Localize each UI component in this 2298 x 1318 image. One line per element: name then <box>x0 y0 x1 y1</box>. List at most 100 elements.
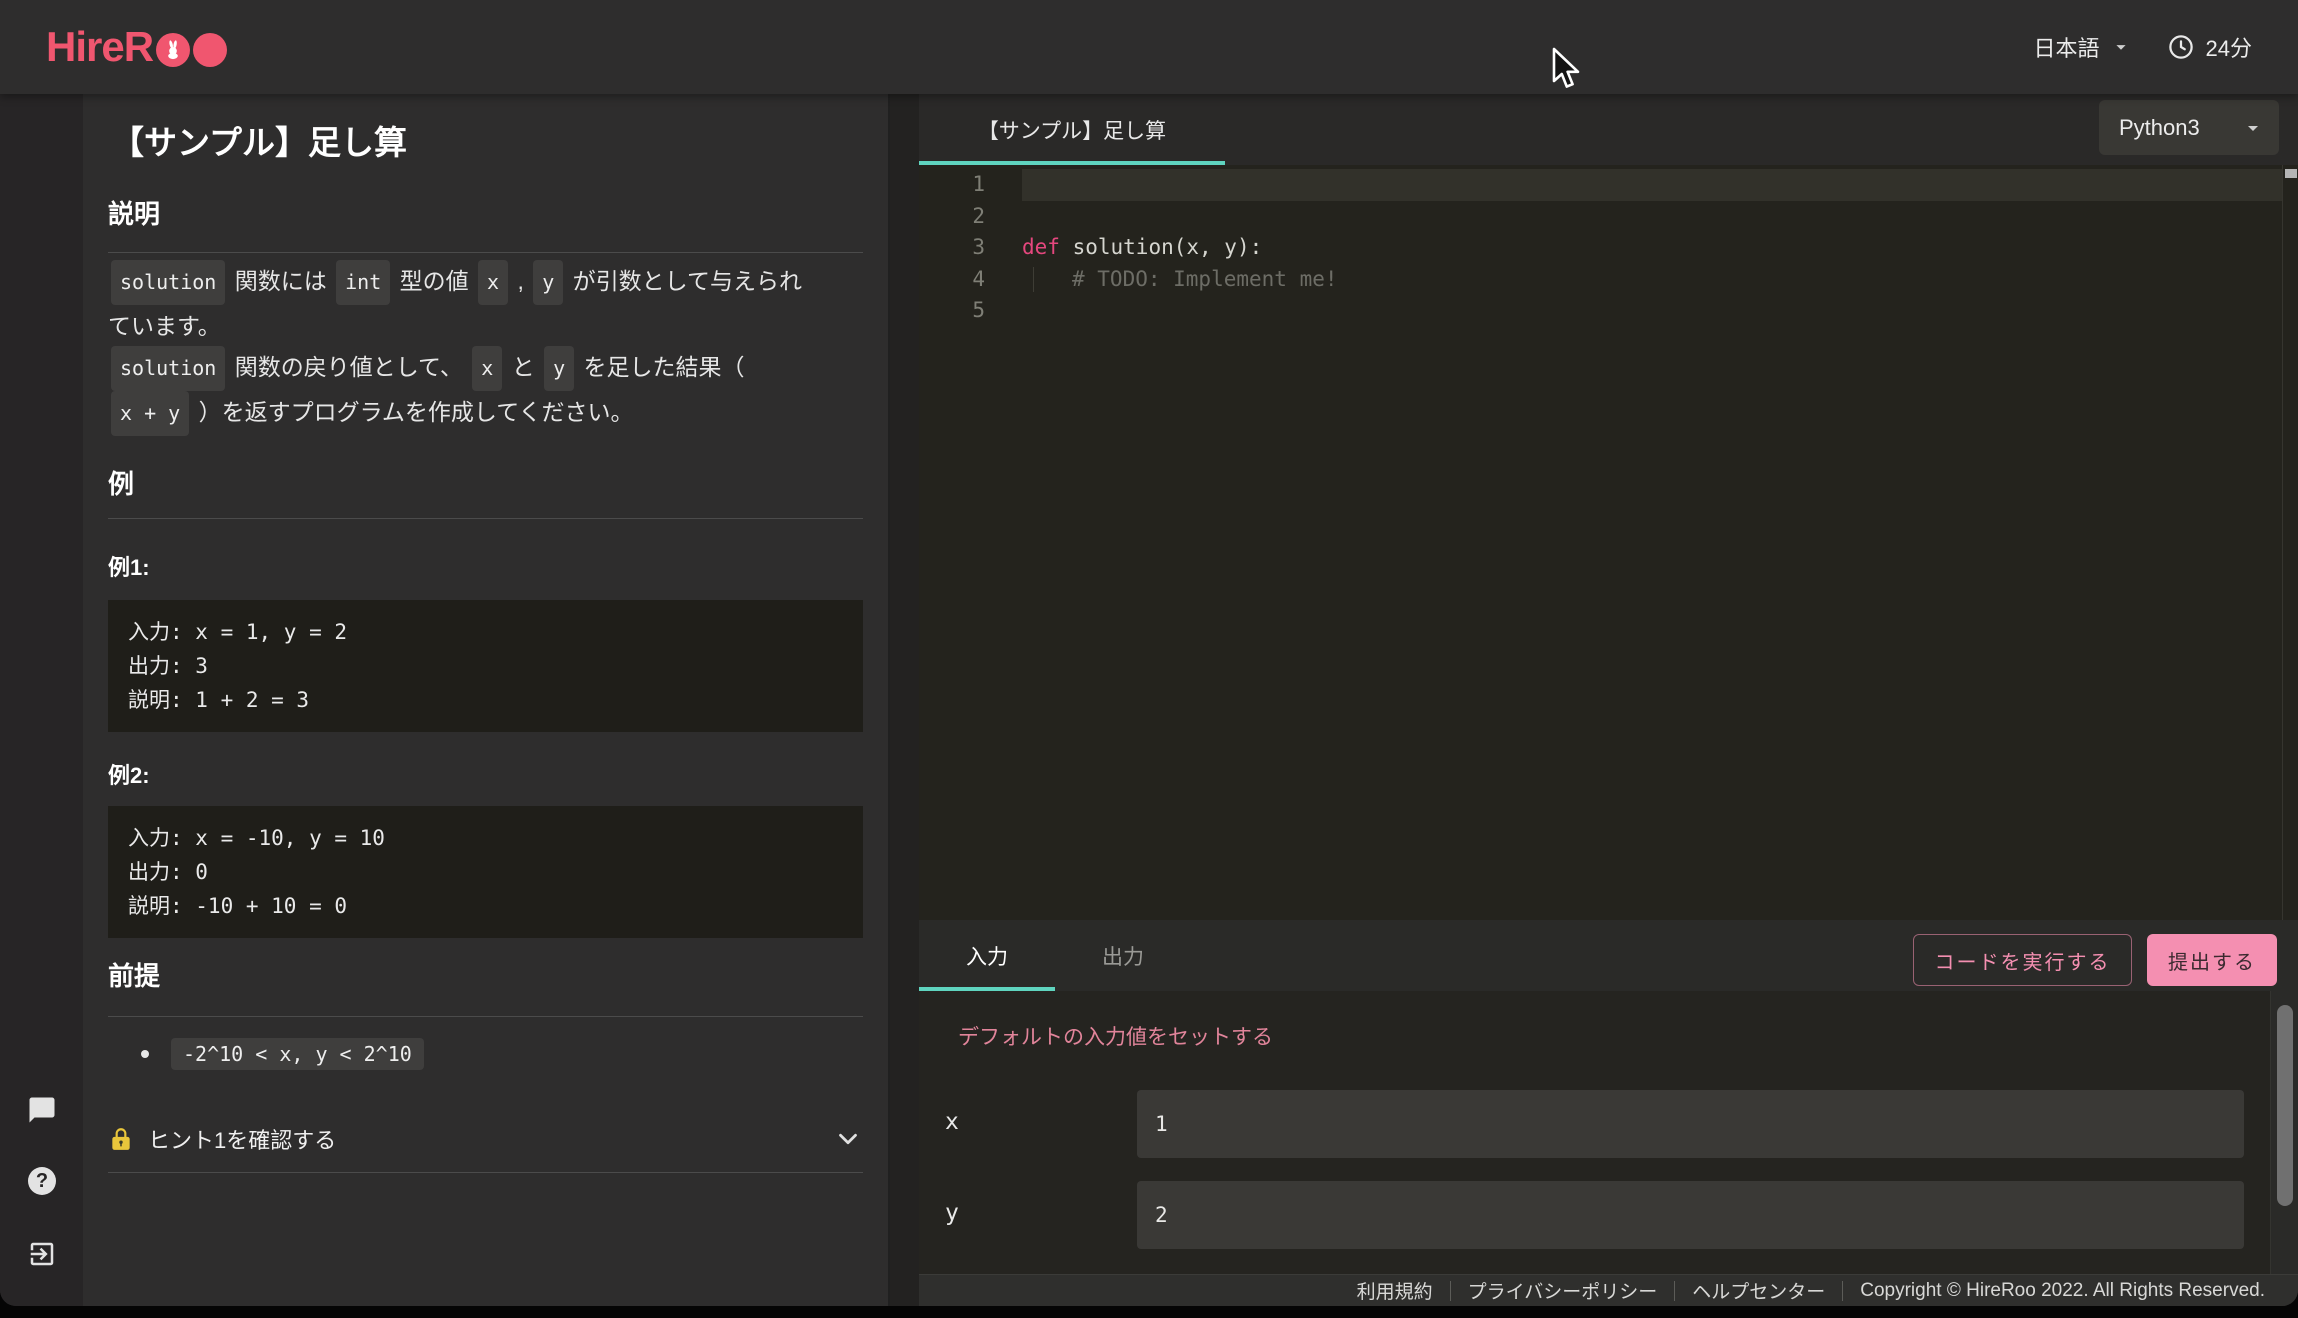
panel-divider[interactable] <box>890 94 919 1306</box>
tab-coding-question[interactable]: 【サンプル】足し算 <box>919 94 1225 165</box>
timer-label: 24分 <box>2206 31 2252 63</box>
inline-code: solution <box>111 346 225 391</box>
example1-code: 入力: x = 1, y = 2 出力: 3 説明: 1 + 2 = 3 <box>108 600 863 732</box>
app-window: HireR 日本語 <box>0 0 2298 1318</box>
inline-code: x <box>472 346 502 391</box>
current-line-highlight <box>1022 169 2282 201</box>
editor-scrollbar <box>2282 165 2298 920</box>
language-select[interactable]: Python3 <box>2099 100 2279 155</box>
text-run: と <box>505 354 541 380</box>
language-label: 日本語 <box>2034 31 2100 63</box>
language-value: Python3 <box>2119 115 2200 141</box>
clock-icon <box>2166 32 2196 62</box>
example2-code: 入力: x = -10, y = 10 出力: 0 説明: -10 + 10 =… <box>108 806 863 938</box>
hint-label: ヒント1を確認する <box>148 1123 336 1155</box>
code-rows: 1 2 3 def solution(x, y): 4 # TODO: Impl… <box>919 169 2282 327</box>
text-run: を足した結果（ <box>577 354 744 380</box>
line-number: 2 <box>919 201 985 233</box>
time-remaining: 24分 <box>2166 31 2252 63</box>
submit-button[interactable]: 提出する <box>2147 934 2277 986</box>
heading-description: 説明 <box>108 194 160 231</box>
problem-panel: 【サンプル】足し算 説明 solution 関数には int 型の値 x , y… <box>83 94 890 1306</box>
code-line: 説明: -10 + 10 = 0 <box>128 889 843 923</box>
inline-code: y <box>544 346 574 391</box>
chevron-down-icon <box>2241 116 2265 140</box>
code-line: 説明: 1 + 2 = 3 <box>128 683 843 717</box>
logo-o-icon <box>193 33 227 67</box>
heading-examples: 例 <box>108 464 134 501</box>
tab-output-label: 出力 <box>1102 941 1144 971</box>
example2-label: 例2: <box>108 758 150 790</box>
code-line: 入力: x = 1, y = 2 <box>128 615 843 649</box>
footer-link-privacy[interactable]: プライバシーポリシー <box>1451 1277 1675 1304</box>
inline-code: int <box>336 260 390 305</box>
editor-line: 2 <box>919 201 2282 233</box>
text-run: 関数には <box>228 268 333 294</box>
editor-line: 5 <box>919 295 2282 327</box>
run-code-label: コードを実行する <box>1935 946 2111 975</box>
line-number: 4 <box>919 264 985 296</box>
submit-label: 提出する <box>2168 946 2256 975</box>
divider <box>108 1172 863 1173</box>
constraint-item: -2^10 < x, y < 2^10 <box>141 1038 427 1070</box>
console-scrollbar-thumb[interactable] <box>2277 1005 2293 1206</box>
hireroo-logo: HireR <box>46 23 227 71</box>
line-number: 1 <box>919 169 985 201</box>
bullet-icon <box>141 1050 149 1058</box>
inline-code: x + y <box>111 391 189 436</box>
code-editor[interactable]: 1 2 3 def solution(x, y): 4 # TODO: Impl… <box>919 165 2298 920</box>
lock-icon <box>108 1126 134 1152</box>
chat-icon <box>27 1095 57 1125</box>
divider <box>108 1016 863 1017</box>
text-run: 型の値 <box>393 268 475 294</box>
left-rail: ? <box>0 94 83 1306</box>
console-content: デフォルトの入力値をセットする x y <box>919 991 2298 1274</box>
text-run: ）を返すプログラムを作成してください。 <box>192 399 633 425</box>
tab-input-label: 入力 <box>966 941 1008 971</box>
description-paragraph-1: solution 関数には int 型の値 x , y が引数として与えられてい… <box>108 260 820 348</box>
console-panel: 入力 出力 コードを実行する 提出する デフォルトの入力値をセットする x y <box>919 920 2298 1274</box>
input-x[interactable] <box>1137 1090 2244 1158</box>
editor-line: 3 def solution(x, y): <box>919 232 2282 264</box>
hireroo-app: HireR 日本語 <box>0 0 2298 1306</box>
tab-label: 【サンプル】足し算 <box>978 115 1166 145</box>
footer: 利用規約 プライバシーポリシー ヘルプセンター Copyright © Hire… <box>919 1274 2298 1306</box>
top-bar: HireR 日本語 <box>0 0 2298 94</box>
constraint-chip: -2^10 < x, y < 2^10 <box>171 1038 424 1070</box>
logo-text: HireR <box>46 23 153 71</box>
editor-scrollbar-thumb[interactable] <box>2285 169 2297 178</box>
code-line: 入力: x = -10, y = 10 <box>128 821 843 855</box>
code-line: 出力: 3 <box>128 649 843 683</box>
tab-output[interactable]: 出力 <box>1055 920 1191 991</box>
divider <box>108 252 863 253</box>
function-signature: solution(x, y): <box>1060 235 1262 259</box>
description-paragraph-2: solution 関数の戻り値として、 x と y を足した結果（ x + y … <box>108 346 820 436</box>
chevron-down-icon <box>833 1124 863 1154</box>
chat-button[interactable] <box>26 1094 58 1126</box>
heading-premise: 前提 <box>108 956 160 993</box>
logout-button[interactable] <box>26 1238 58 1270</box>
field-label-y: y <box>945 1200 959 1226</box>
set-default-input-link[interactable]: デフォルトの入力値をセットする <box>958 1021 1273 1051</box>
editor-line: 4 # TODO: Implement me! <box>919 264 2282 296</box>
text-run: 関数の戻り値として、 <box>228 354 469 380</box>
code-line: 出力: 0 <box>128 855 843 889</box>
footer-link-terms[interactable]: 利用規約 <box>1340 1277 1450 1304</box>
example1-label: 例1: <box>108 550 150 582</box>
inline-code: y <box>533 260 563 305</box>
chevron-down-icon <box>2110 36 2132 58</box>
input-y[interactable] <box>1137 1181 2244 1249</box>
logout-icon <box>27 1239 57 1269</box>
text-run: , <box>511 268 530 294</box>
inline-code: solution <box>111 260 225 305</box>
language-selector[interactable]: 日本語 <box>2034 31 2132 63</box>
tab-input[interactable]: 入力 <box>919 920 1055 991</box>
line-number: 3 <box>919 232 985 264</box>
help-button[interactable]: ? <box>26 1165 58 1197</box>
line-number: 5 <box>919 295 985 327</box>
run-code-button[interactable]: コードを実行する <box>1913 934 2132 986</box>
footer-copyright: Copyright © HireRoo 2022. All Rights Res… <box>1843 1280 2265 1302</box>
hint-accordion[interactable]: ヒント1を確認する <box>108 1108 863 1170</box>
footer-link-help[interactable]: ヘルプセンター <box>1675 1277 1842 1304</box>
divider <box>108 518 863 519</box>
